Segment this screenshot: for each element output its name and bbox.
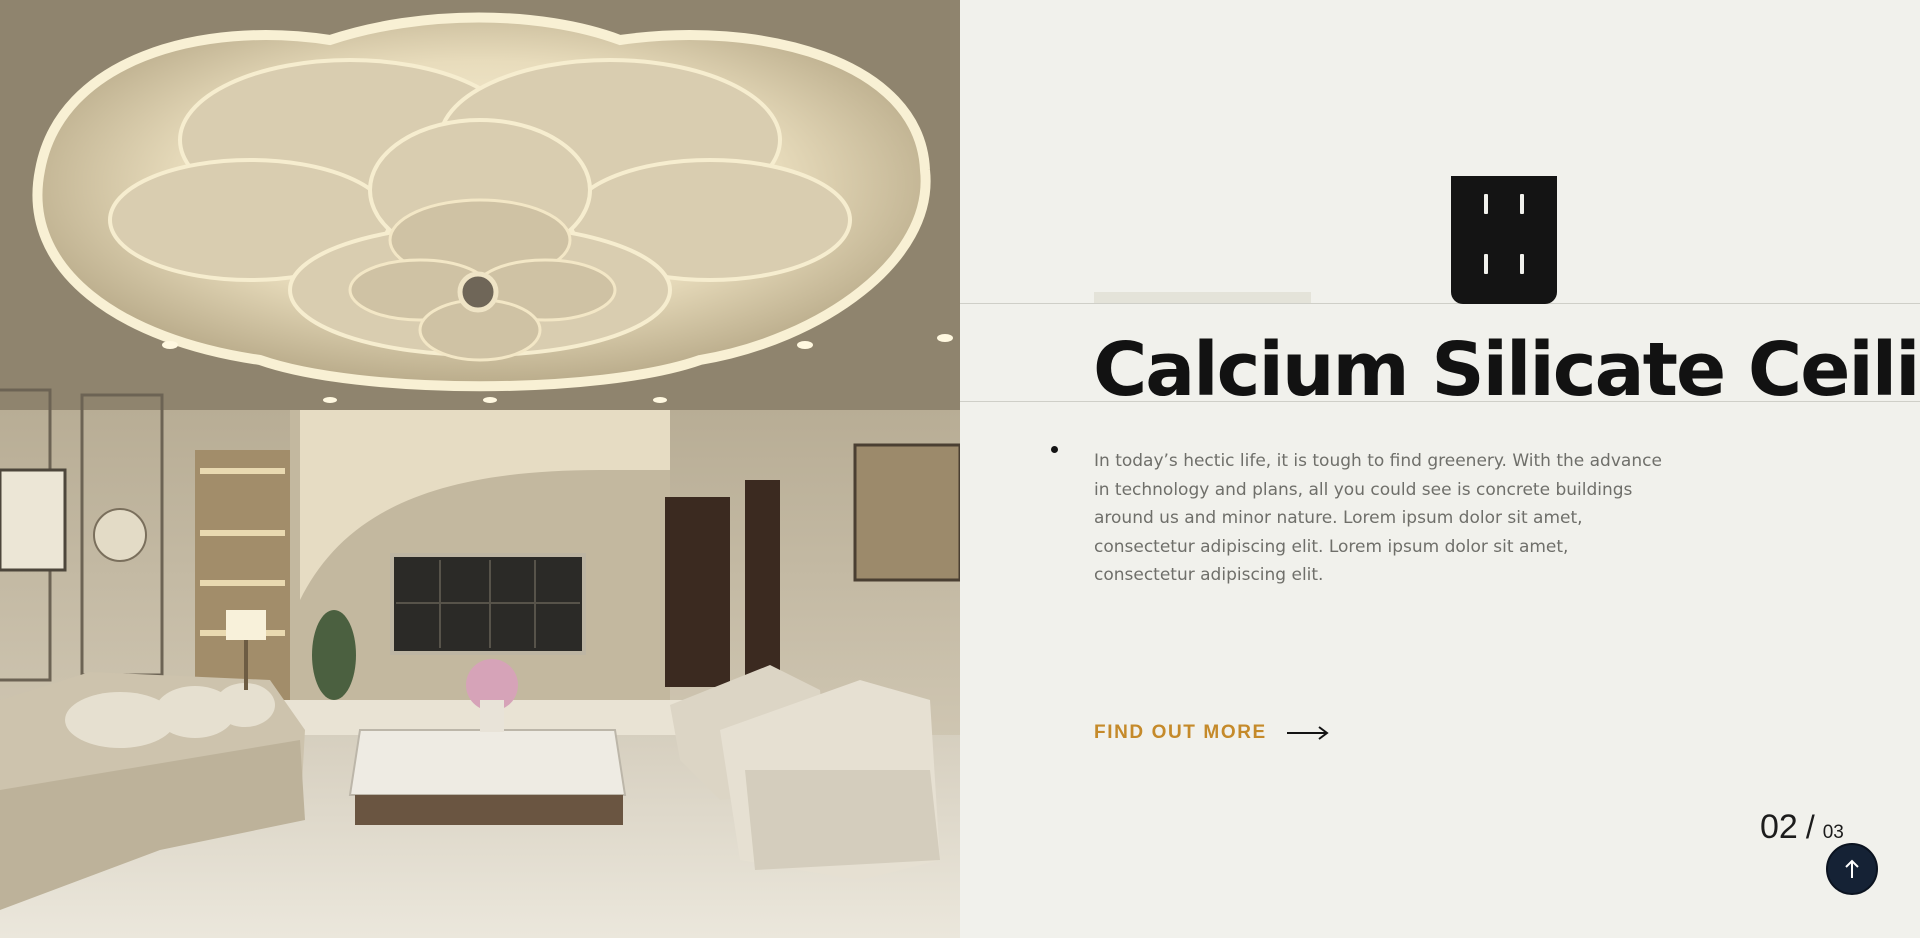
slide-counter-current: 02 [1760,808,1798,846]
slide-content: Calcium Silicate Ceiling In today’s hect… [960,0,1920,938]
living-room-illustration [0,0,960,938]
slide-counter-separator: / [1805,809,1815,845]
bullet-dot-icon [1051,446,1058,453]
slide-counter: 02 / 03 [1760,808,1844,847]
decorative-badge-icon [1451,176,1557,304]
slide-counter-total: 03 [1822,822,1844,843]
find-out-more-label: FIND OUT MORE [1094,722,1267,743]
slide-title: Calcium Silicate Ceiling [1093,327,1920,413]
hero-image [0,0,960,938]
title-accent-bar [1094,292,1311,303]
page: Calcium Silicate Ceiling In today’s hect… [0,0,1920,938]
divider-top [960,303,1920,304]
slide-description: In today’s hectic life, it is tough to f… [1094,451,1662,586]
find-out-more-link[interactable]: FIND OUT MORE [1094,722,1329,744]
arrow-up-icon [1845,859,1859,878]
arrow-right-icon [1286,726,1329,740]
scroll-to-top-button[interactable] [1826,843,1878,895]
